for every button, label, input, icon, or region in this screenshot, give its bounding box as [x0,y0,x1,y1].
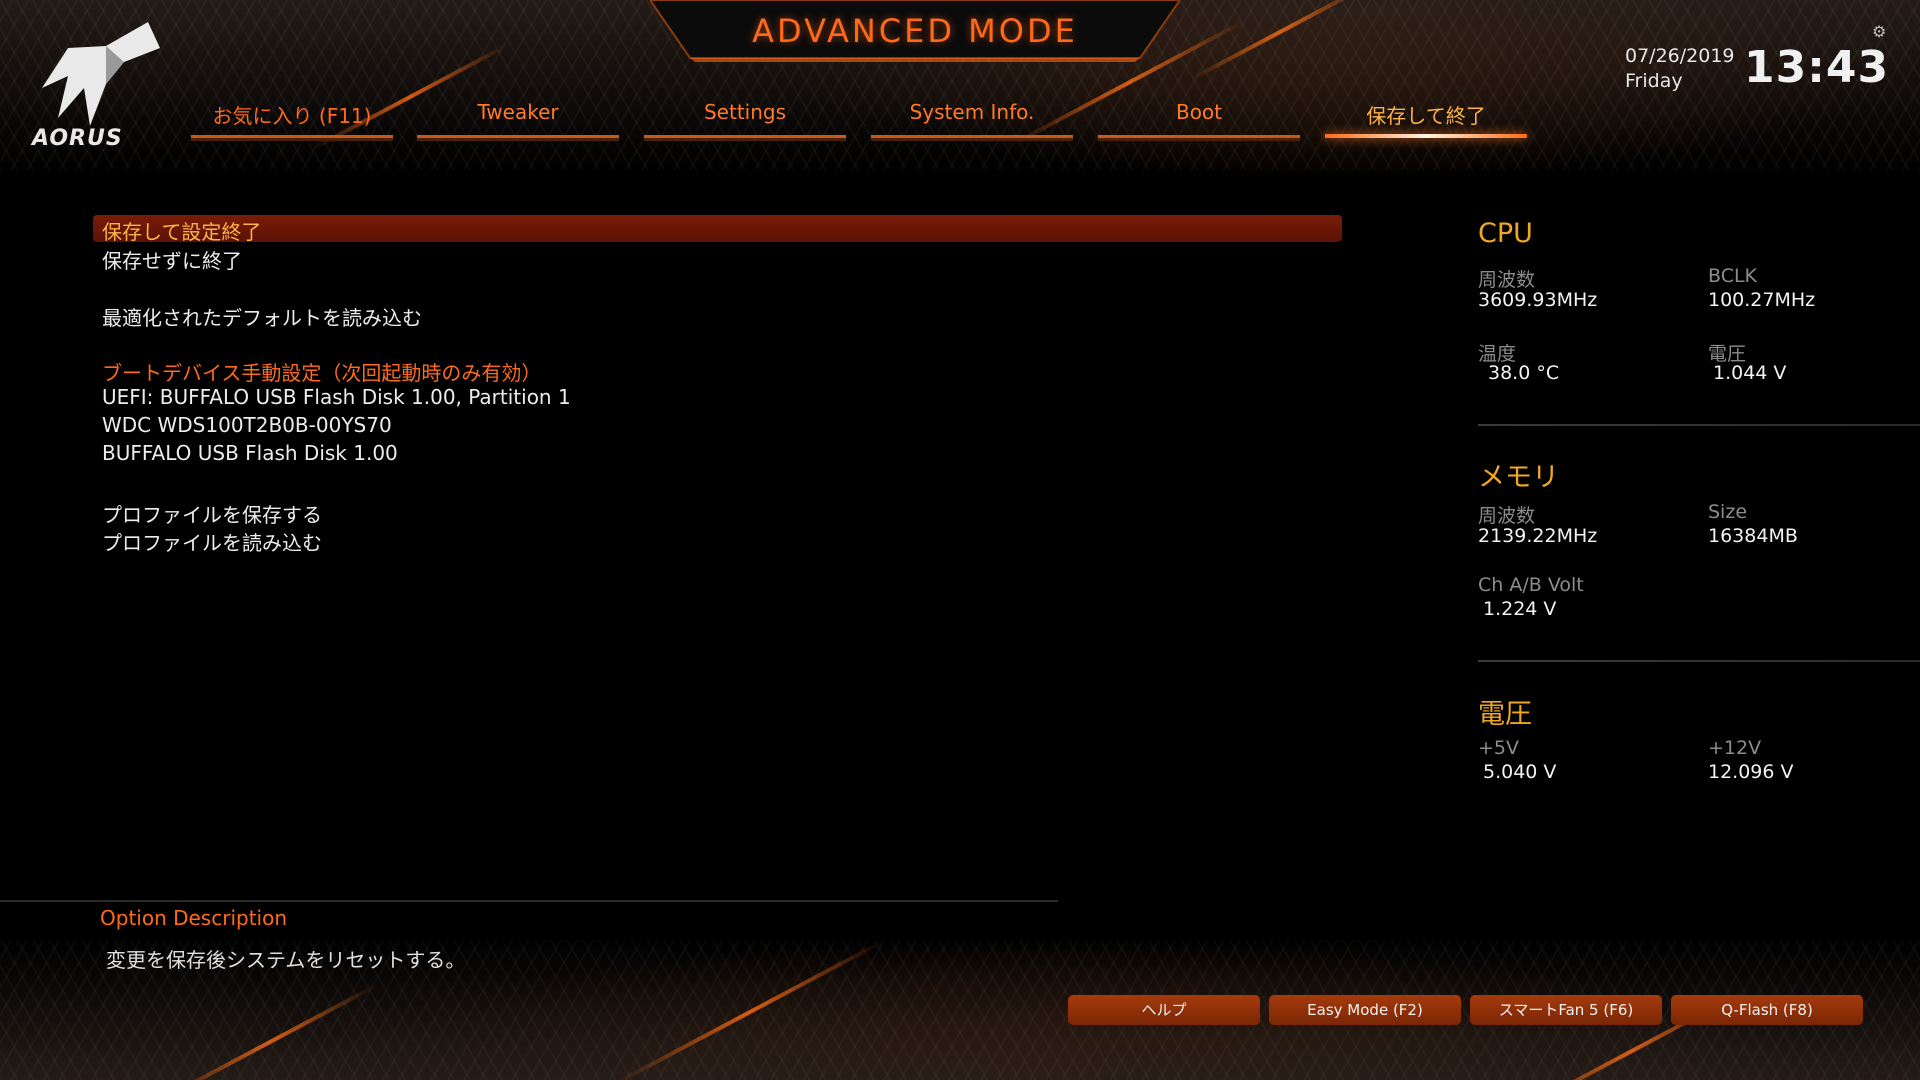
menu-exit-without-saving[interactable]: 保存せずに終了 [102,245,242,274]
memory-heading: メモリ [1478,462,1559,493]
help-button[interactable]: ヘルプ [1068,995,1260,1025]
smart-fan-button[interactable]: スマートFan 5 (F6) [1470,995,1662,1025]
tab-underline [1098,135,1300,138]
menu-boot-device[interactable]: UEFI: BUFFALO USB Flash Disk 1.00, Parti… [102,385,571,409]
menu-save-profile[interactable]: プロファイルを保存する [102,499,322,528]
cpu-temp-value: 38.0 °C [1488,362,1560,384]
memory-freq-label: 周波数 [1478,505,1536,527]
tab-system-info[interactable]: System Info. [871,100,1073,138]
menu-load-profile[interactable]: プロファイルを読み込む [102,527,322,556]
date-text: 07/26/2019 [1625,45,1735,67]
cpu-freq-value: 3609.93MHz [1478,289,1598,311]
tab-underline [871,135,1073,138]
cpu-bclk-label: BCLK [1708,265,1758,287]
cpu-freq-label: 周波数 [1478,269,1536,291]
tab-label: 保存して終了 [1366,104,1486,128]
memory-chvolt-value: 1.224 V [1483,598,1557,620]
easy-mode-button[interactable]: Easy Mode (F2) [1269,995,1461,1025]
gear-icon[interactable]: ⚙ [1872,22,1886,41]
tab-underline [644,135,846,138]
v12-label: +12V [1708,737,1762,759]
tab-label: System Info. [909,100,1035,124]
v12-value: 12.096 V [1708,761,1794,783]
memory-size-value: 16384MB [1708,525,1798,547]
tab-label: Settings [703,100,787,124]
tab-boot[interactable]: Boot [1098,100,1300,138]
tab-favorites[interactable]: お気に入り (F11) [191,100,393,138]
description-divider [0,900,1058,902]
tab-save-exit[interactable]: 保存して終了 [1325,100,1527,138]
tab-settings[interactable]: Settings [644,100,846,138]
boot-override-heading: ブートデバイス手動設定（次回起動時のみ有効） [102,361,542,385]
menu-boot-device[interactable]: WDC WDS100T2B0B-00YS70 [102,413,392,437]
clock: 13:43 [1744,42,1890,93]
option-description-text: 変更を保存後システムをリセットする。 [106,948,466,972]
memory-chvolt-label: Ch A/B Volt [1478,574,1584,596]
voltage-heading: 電圧 [1478,699,1532,730]
menu-save-and-exit[interactable]: 保存して設定終了 [102,216,261,245]
tab-underline [191,135,393,138]
menu-load-optimized-defaults[interactable]: 最適化されたデフォルトを読み込む [102,302,422,331]
bios-screen: AORUS ADVANCED MODE 07/26/2019 Friday 13… [0,0,1920,1080]
v5-label: +5V [1478,737,1520,759]
tab-label: Boot [1175,100,1223,124]
cpu-bclk-value: 100.27MHz [1708,289,1816,311]
memory-size-label: Size [1708,501,1748,523]
tab-tweaker[interactable]: Tweaker [417,100,619,138]
cpu-volt-value: 1.044 V [1713,362,1787,384]
menu-boot-device[interactable]: BUFFALO USB Flash Disk 1.00 [102,441,398,465]
logo-text: AORUS [32,126,123,151]
cpu-heading: CPU [1478,218,1533,249]
tab-underline [1325,134,1527,138]
qflash-button[interactable]: Q-Flash (F8) [1671,995,1863,1025]
panel-divider [1478,424,1920,426]
selection-highlight [93,215,1342,242]
tab-label: お気に入り (F11) [212,104,372,128]
v5-value: 5.040 V [1483,761,1557,783]
weekday-text: Friday [1625,70,1683,92]
page-title: ADVANCED MODE [752,12,1078,50]
tab-label: Tweaker [477,100,559,124]
tab-underline [417,135,619,138]
option-description-title: Option Description [100,906,288,930]
date-display: 07/26/2019 Friday [1625,44,1735,94]
panel-divider [1478,660,1920,662]
memory-freq-value: 2139.22MHz [1478,525,1598,547]
